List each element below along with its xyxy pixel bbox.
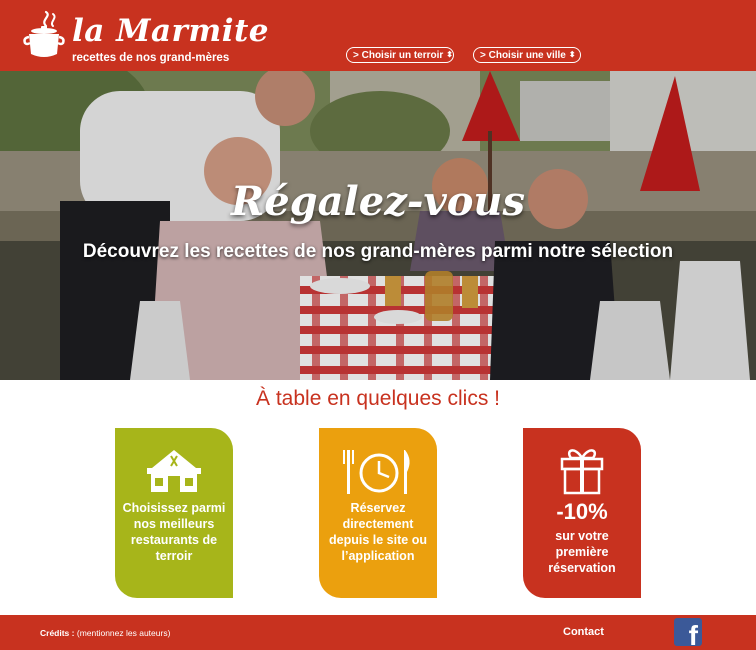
restaurant-house-icon [147, 450, 201, 492]
cooking-pot-icon [23, 10, 65, 57]
up-down-arrows-icon: ⬍ [446, 50, 453, 59]
brand-tagline: recettes de nos grand-mères [72, 52, 230, 64]
section-title: À table en quelques clics ! [256, 387, 500, 410]
feature-card-restaurants: Choisissez parmi nos meilleurs restauran… [115, 428, 233, 598]
terroir-dropdown[interactable]: > Choisir un terroir ⬍ [346, 47, 454, 63]
credits: Crédits : (mentionnez les auteurs) [40, 628, 170, 638]
site-header: la Marmite recettes de nos grand-mères >… [0, 0, 756, 71]
discount-value: -10% [556, 499, 608, 524]
brand-logo[interactable]: la Marmite recettes de nos grand-mères [22, 10, 269, 65]
contact-link[interactable]: Contact [563, 626, 604, 638]
feature-card-reservation: Réservez directement depuis le site ou l… [319, 428, 437, 598]
up-down-arrows-icon: ⬍ [568, 50, 576, 59]
card-restaurants-text: Choisissez parmi nos meilleurs restauran… [122, 501, 226, 563]
plate-clock-cutlery-icon [343, 450, 410, 494]
hero-subtitle: Découvrez les recettes de nos grand-mère… [82, 241, 674, 262]
gift-icon [560, 449, 604, 495]
ville-dropdown[interactable]: > Choisir une ville ⬍ [473, 47, 581, 63]
card-reservation-text: Réservez directement depuis le site ou l… [329, 501, 427, 563]
site-footer: Crédits : (mentionnez les auteurs) Conta… [0, 615, 756, 650]
hero-banner: Régalez-vous Découvrez les recettes de n… [0, 71, 756, 380]
terroir-dropdown-label: > Choisir un terroir [353, 49, 444, 61]
feature-card-discount: -10% sur votre première réservation [523, 428, 641, 598]
hero-background-photo [0, 71, 756, 380]
facebook-icon[interactable]: f [674, 618, 702, 646]
card-discount-text: sur votre première réservation [548, 529, 616, 575]
brand-title: la Marmite [72, 13, 270, 49]
credits-label: Crédits : [40, 628, 75, 638]
credits-note: (mentionnez les auteurs) [76, 628, 171, 638]
hero-title: Régalez-vous [230, 178, 526, 225]
ville-dropdown-label: > Choisir une ville [480, 49, 566, 61]
